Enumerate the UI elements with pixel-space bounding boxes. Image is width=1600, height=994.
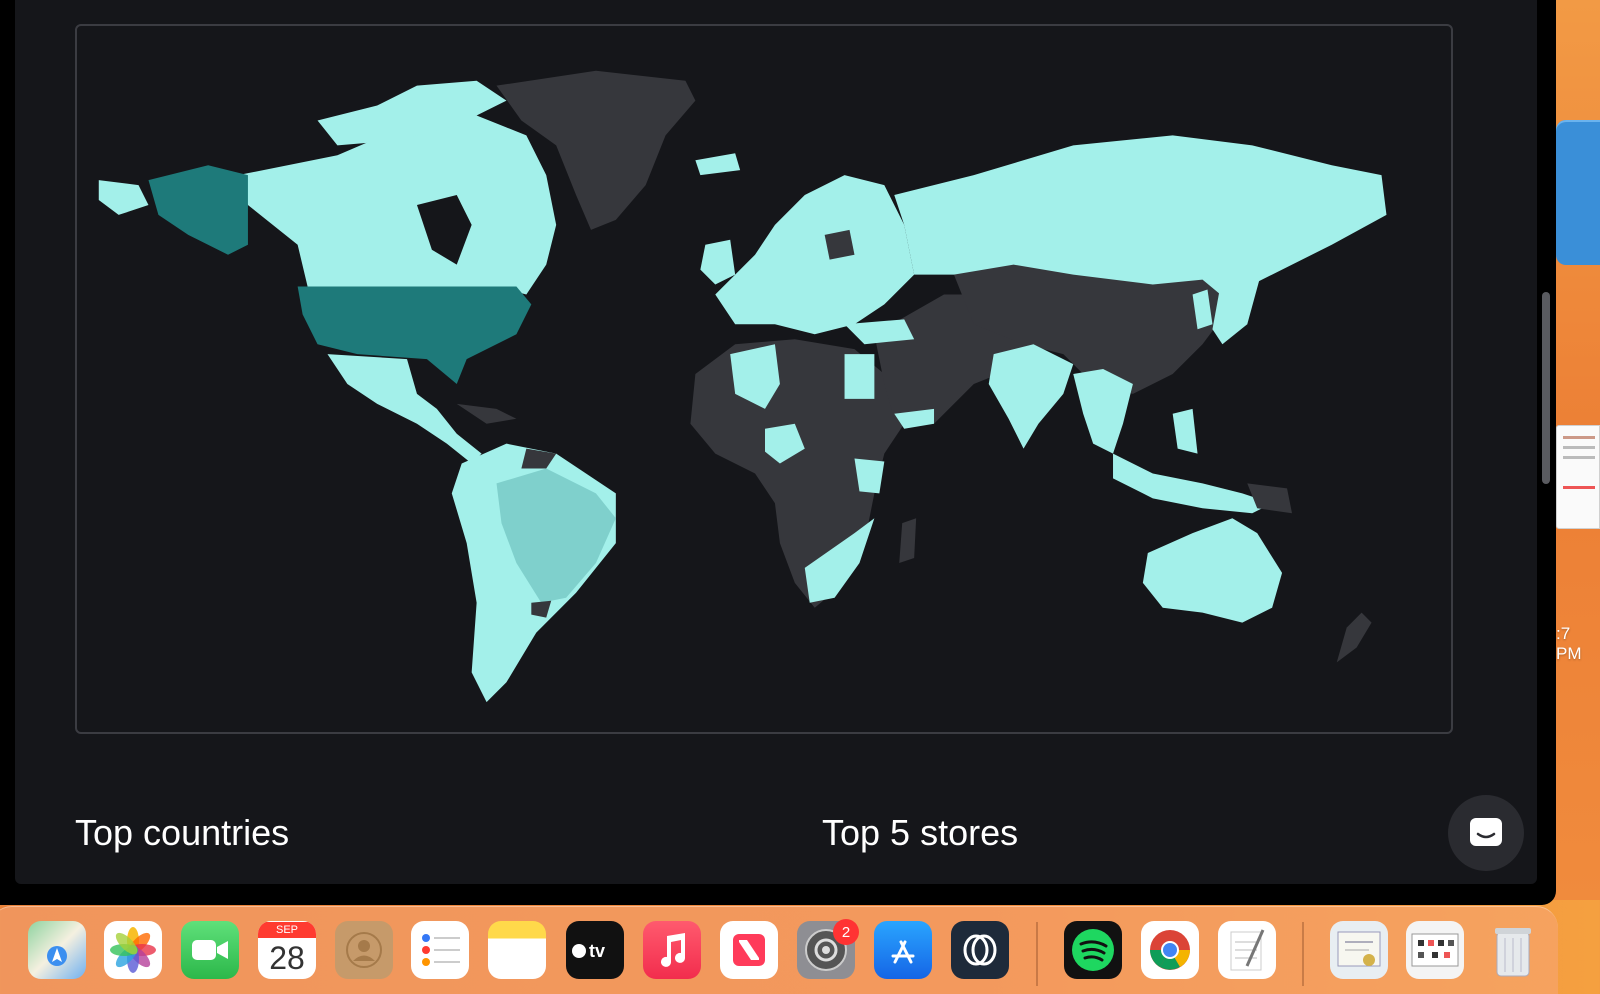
dock-trash-icon[interactable] (1484, 921, 1542, 979)
chat-button[interactable] (1448, 795, 1524, 871)
map-region-canada (237, 115, 557, 295)
dock-maps-icon[interactable] (28, 921, 86, 979)
map-region-belarus (824, 229, 855, 260)
map-region-india (988, 344, 1074, 449)
map-region-iceland (695, 153, 741, 176)
desktop-clock-text: :7 PM (1556, 624, 1582, 663)
analytics-panel: Top countries Top 5 stores (15, 0, 1550, 884)
dock-separator (1302, 922, 1304, 986)
dock-separator (1036, 922, 1038, 986)
world-map-card (75, 24, 1453, 734)
dock-music-icon[interactable] (643, 921, 701, 979)
calendar-day: 28 (269, 940, 305, 976)
scrollbar-thumb[interactable] (1542, 292, 1550, 484)
dock-chrome-icon[interactable] (1141, 921, 1199, 979)
vertical-scrollbar[interactable] (1537, 0, 1555, 884)
map-region-bering (98, 180, 149, 215)
map-region-europe (715, 175, 915, 335)
dock-opera-icon[interactable] (951, 921, 1009, 979)
map-region-uk (700, 239, 736, 285)
map-region-indonesia (1113, 453, 1273, 514)
dock-certificate-icon[interactable] (1330, 921, 1388, 979)
dock-apple-tv-icon[interactable]: tv (566, 921, 624, 979)
calendar-month: SEP (258, 922, 316, 938)
dock-app-store-icon[interactable] (874, 921, 932, 979)
map-region-caribbean (456, 403, 517, 424)
dock-textedit-icon[interactable] (1218, 921, 1276, 979)
chat-icon (1470, 818, 1502, 846)
dock-news-icon[interactable] (720, 921, 778, 979)
dock-system-settings-icon[interactable]: 2 (797, 919, 859, 979)
dock-calendar-icon[interactable]: SEP 28 (258, 921, 316, 979)
dock-preview-icon[interactable] (1406, 921, 1464, 979)
dock-facetime-icon[interactable] (181, 921, 239, 979)
desktop-document-icon[interactable] (1556, 425, 1600, 529)
map-region-egypt (844, 354, 875, 399)
top-stores-title: Top 5 stores (822, 812, 1019, 853)
map-region-australia (1142, 518, 1283, 623)
dock-notes-icon[interactable] (488, 921, 546, 979)
dock-photos-icon[interactable] (104, 921, 162, 979)
map-region-philippines (1172, 408, 1198, 454)
map-region-alaska (148, 165, 248, 255)
dock-contacts-icon[interactable] (335, 921, 393, 979)
map-region-new-zealand (1336, 612, 1372, 663)
desktop-folder-icon[interactable] (1556, 120, 1600, 265)
map-region-usa (297, 286, 532, 384)
notification-badge: 2 (833, 919, 859, 945)
world-map (98, 70, 1387, 703)
top-countries-title: Top countries (75, 812, 290, 853)
app-window: Top countries Top 5 stores (0, 0, 1556, 905)
map-region-madagascar (899, 518, 917, 563)
map-region-se-asia-mainland (1073, 369, 1133, 454)
svg-text:tv: tv (589, 941, 605, 961)
dock-reminders-icon[interactable] (411, 921, 469, 979)
dock-spotify-icon[interactable] (1064, 921, 1122, 979)
